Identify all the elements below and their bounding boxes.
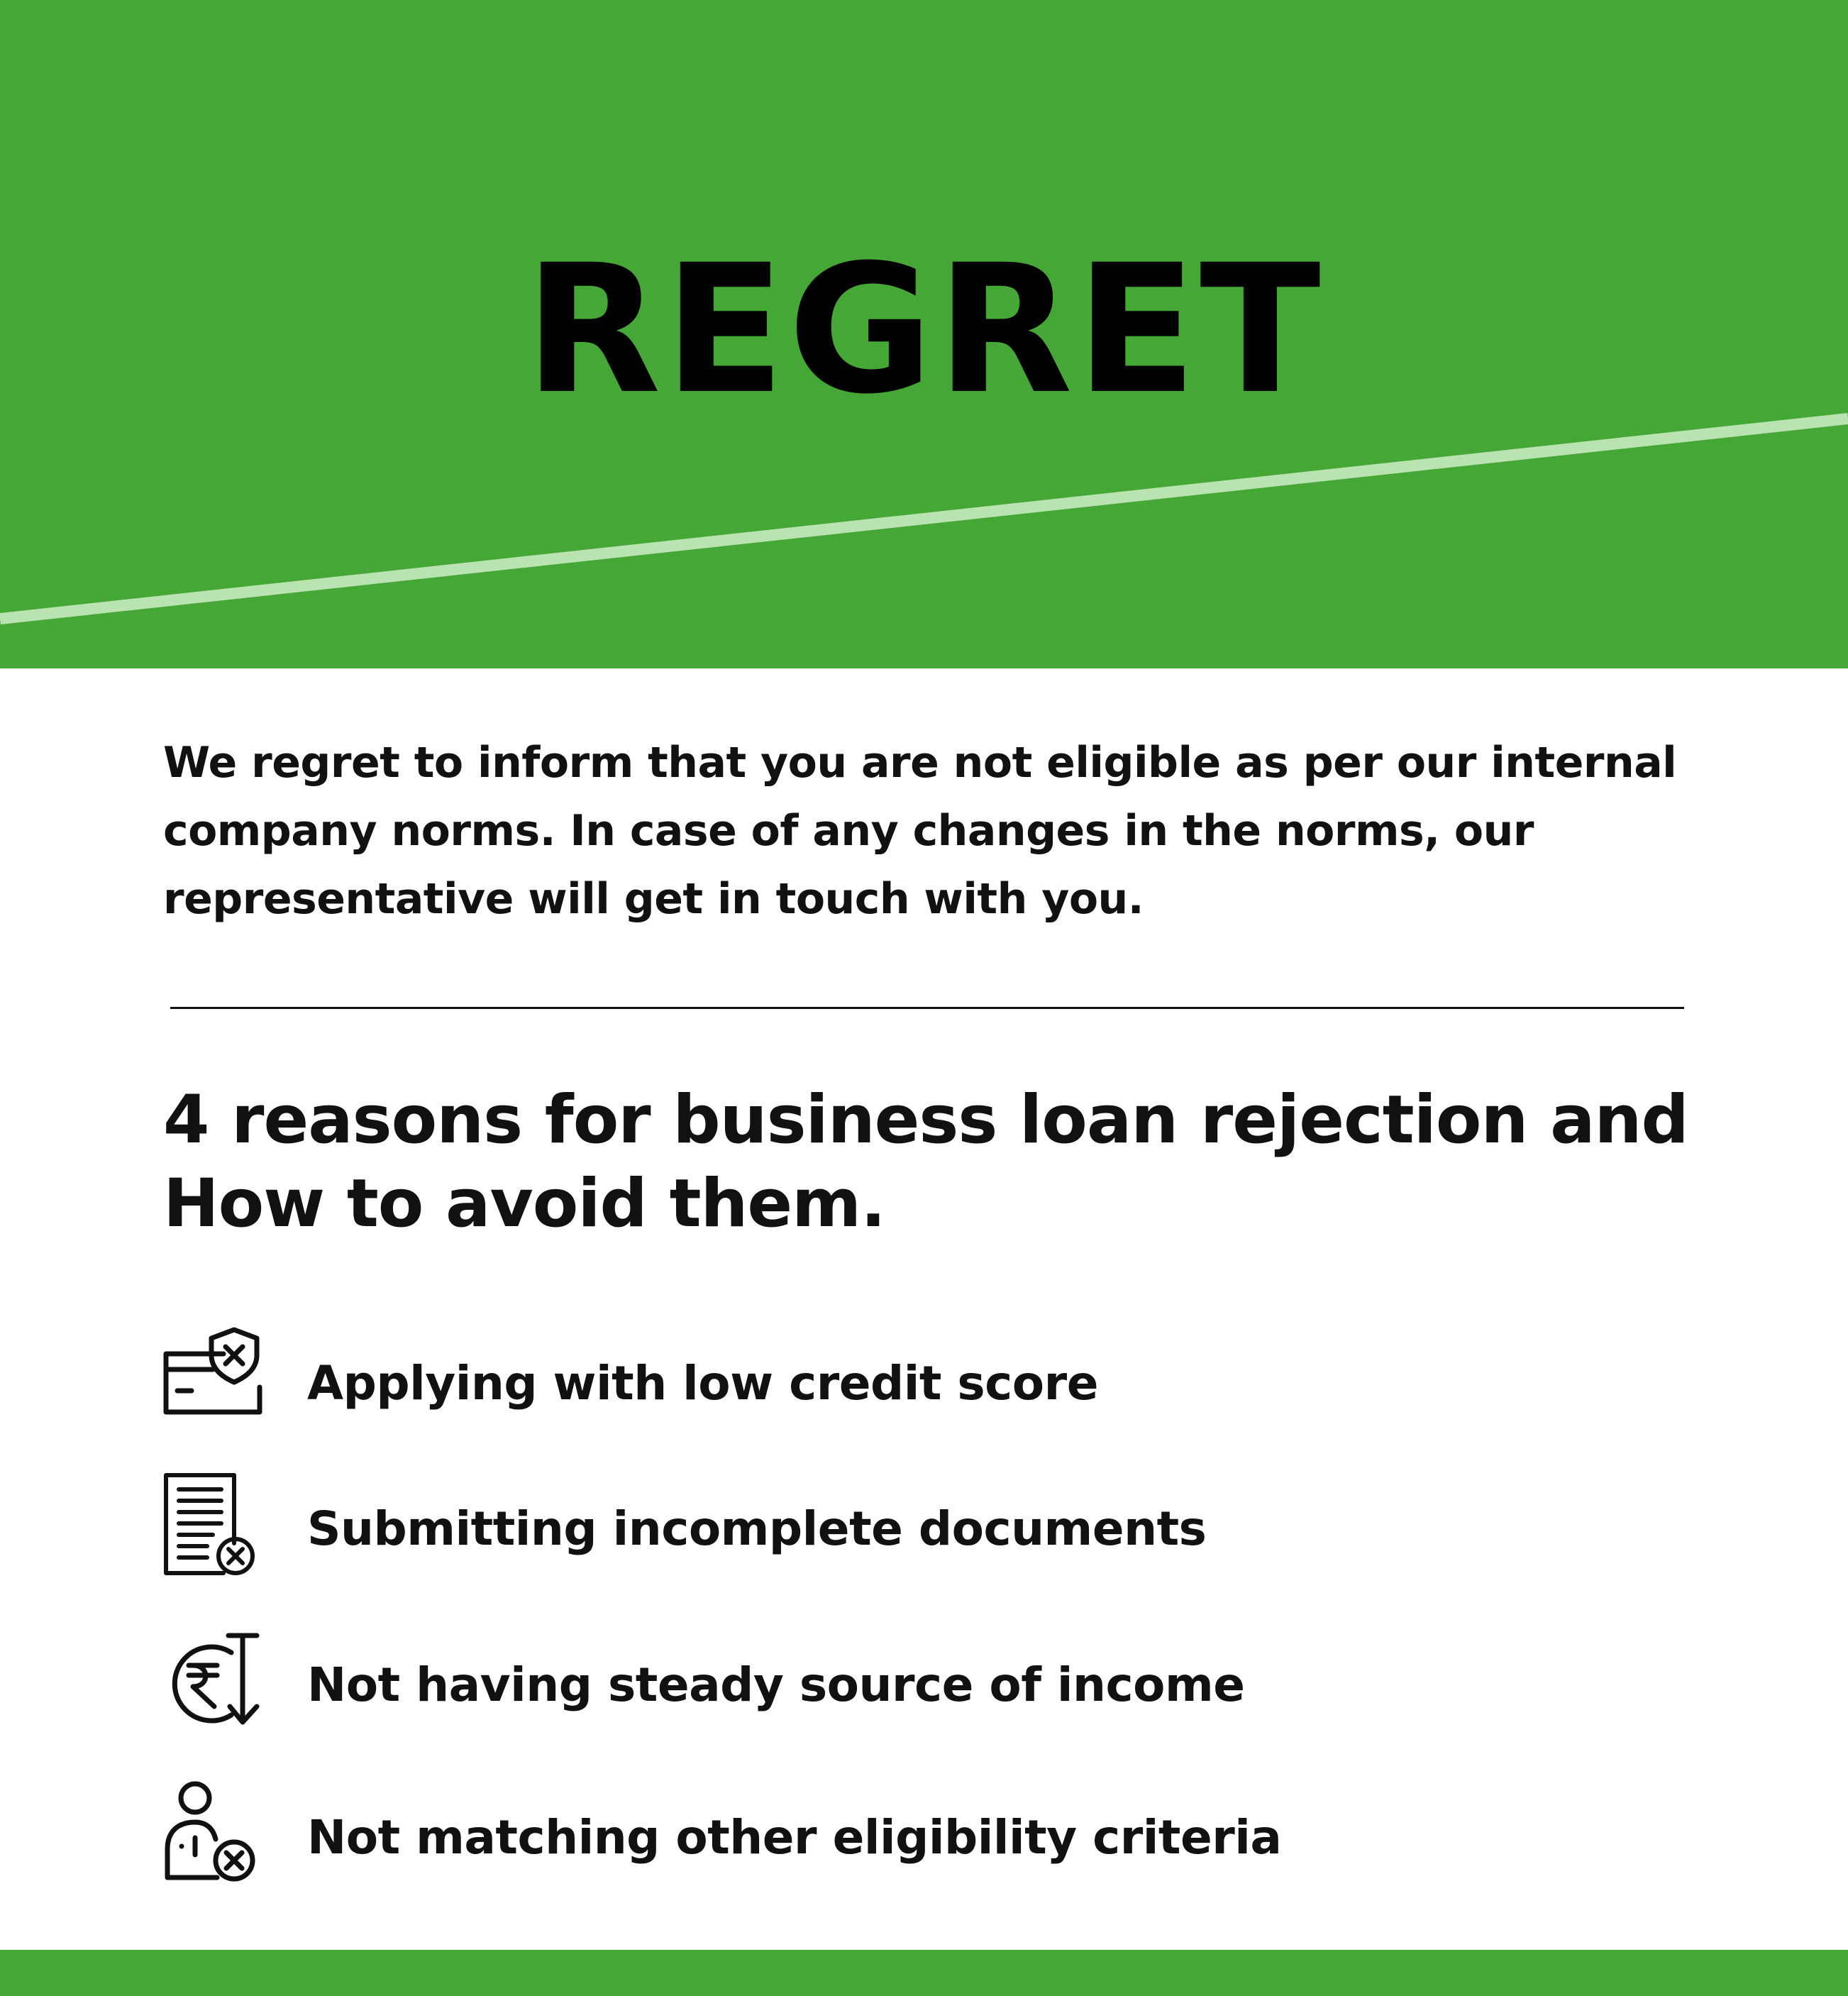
person-x-icon [163, 1781, 262, 1887]
list-item: Not matching other eligibility criteria [163, 1781, 1724, 1895]
header-banner: REGRET [0, 0, 1848, 668]
document-x-icon [163, 1472, 262, 1579]
credit-card-shield-x-icon [163, 1327, 262, 1433]
list-item: Not having steady source of income [163, 1628, 1724, 1742]
reasons-heading: 4 reasons for business loan rejection an… [163, 1081, 1689, 1242]
section-divider [170, 1007, 1684, 1009]
reason-label: Not matching other eligibility criteria [307, 1810, 1282, 1865]
list-item: Submitting incomplete documents [163, 1472, 1724, 1586]
list-item: Applying with low credit score [163, 1327, 1724, 1440]
reason-label: Submitting incomplete documents [307, 1501, 1207, 1556]
reason-label: Applying with low credit score [307, 1356, 1098, 1411]
page-title: REGRET [524, 226, 1324, 433]
intro-message: We regret to inform that you are not eli… [163, 738, 1677, 924]
rupee-down-icon [163, 1628, 262, 1735]
reason-label: Not having steady source of income [307, 1658, 1245, 1712]
footer-bar [0, 1950, 1848, 1996]
